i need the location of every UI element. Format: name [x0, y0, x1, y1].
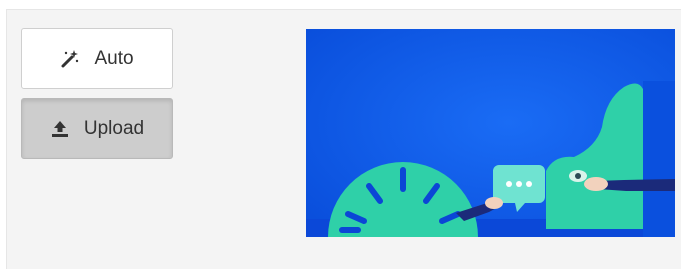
- auto-button-label: Auto: [94, 47, 134, 69]
- upload-button[interactable]: Upload: [21, 98, 173, 159]
- auto-button[interactable]: Auto: [21, 28, 173, 89]
- upload-icon: [50, 119, 70, 139]
- magic-wand-icon: [60, 49, 80, 69]
- upload-button-label: Upload: [83, 117, 145, 139]
- illustration-icon: [306, 29, 675, 237]
- image-preview: [306, 29, 675, 237]
